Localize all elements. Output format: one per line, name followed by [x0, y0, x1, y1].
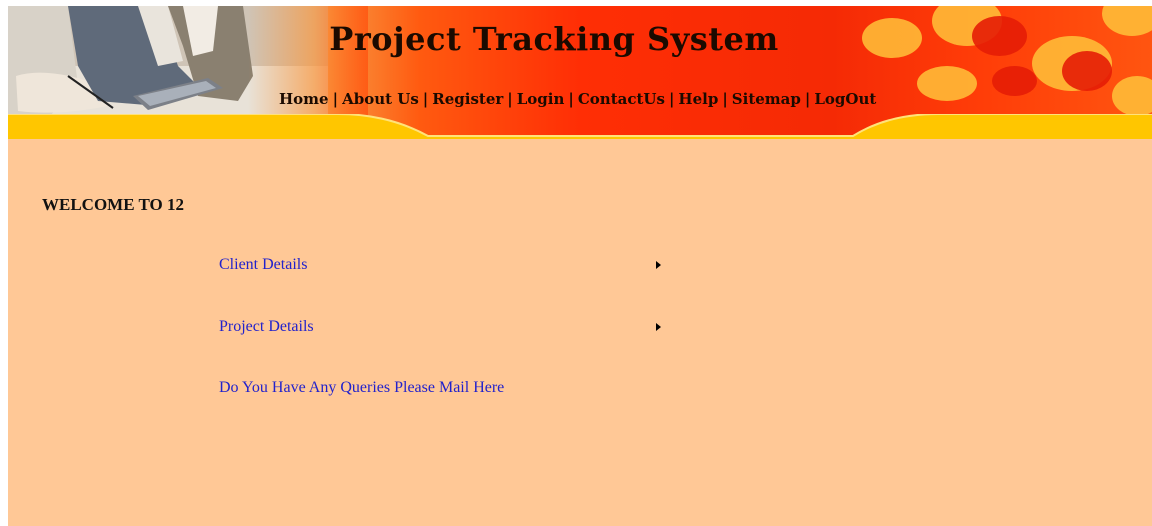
nav-separator: | — [507, 90, 513, 108]
nav-separator: | — [332, 90, 339, 108]
arrow-right-icon — [656, 323, 661, 331]
menu-item-label: Project Details — [219, 318, 314, 335]
nav-separator: | — [568, 90, 574, 108]
menu-item-project-details[interactable]: Project Details — [219, 318, 679, 340]
nav-separator: | — [668, 90, 675, 108]
nav-sitemap-link[interactable]: Sitemap — [732, 90, 801, 108]
nav-register-link[interactable]: Register — [432, 90, 503, 108]
mail-queries-link[interactable]: Do You Have Any Queries Please Mail Here — [219, 379, 504, 397]
arrow-right-icon — [656, 261, 661, 269]
top-navigation: Home | About Us | Register | Login | ContactUs | H… — [279, 90, 876, 110]
header-banner: Project Tracking System Home | About Us | Re… — [8, 6, 1152, 139]
nav-about-us-link[interactable]: About Us — [342, 90, 419, 108]
nav-separator: | — [804, 90, 811, 108]
page: Project Tracking System Home | About Us | Re… — [8, 6, 1152, 526]
site-title: Project Tracking System — [329, 20, 779, 58]
nav-contact-us-link[interactable]: ContactUs — [578, 90, 665, 108]
welcome-heading: WELCOME TO 12 — [42, 195, 185, 214]
nav-login-link[interactable]: Login — [517, 90, 565, 108]
nav-help-link[interactable]: Help — [678, 90, 718, 108]
menu-item-label: Client Details — [219, 256, 308, 273]
nav-logout-link[interactable]: LogOut — [814, 90, 876, 108]
nav-separator: | — [722, 90, 728, 108]
nav-home-link[interactable]: Home — [279, 90, 329, 108]
menu-item-client-details[interactable]: Client Details — [219, 256, 679, 278]
nav-separator: | — [422, 90, 429, 108]
banner-band — [8, 114, 1152, 139]
